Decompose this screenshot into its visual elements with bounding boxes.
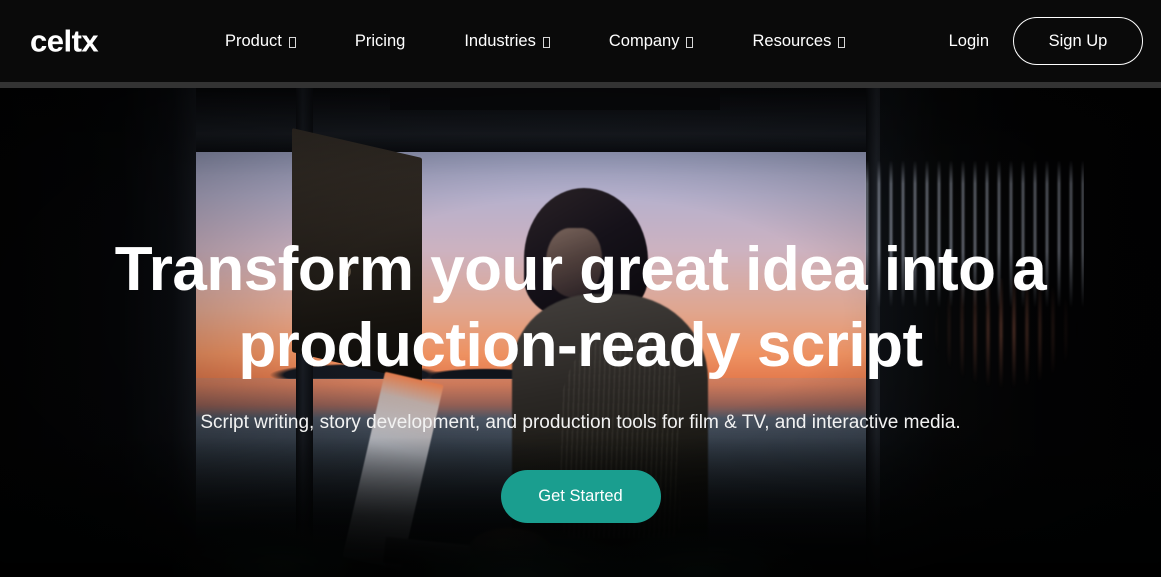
nav-item-label: Product <box>225 31 282 50</box>
primary-navigation: Product Pricing Industries Company Resou… <box>225 0 846 82</box>
nav-item-industries[interactable]: Industries <box>464 32 550 51</box>
get-started-button[interactable]: Get Started <box>500 470 661 523</box>
chevron-down-icon <box>542 36 550 48</box>
nav-item-company[interactable]: Company <box>609 32 694 51</box>
auth-actions: Login Sign Up <box>949 0 1143 82</box>
hero-subtitle: Script writing, story development, and p… <box>200 412 961 433</box>
hero-heading-line-2: production-ready script <box>238 311 923 380</box>
login-link[interactable]: Login <box>949 32 989 51</box>
hero-section: Transform your great idea into a product… <box>0 88 1161 577</box>
site-header: celtx Product Pricing Industries Company… <box>0 0 1161 82</box>
chevron-down-icon <box>686 36 694 48</box>
header-divider <box>0 82 1161 88</box>
nav-item-label: Pricing <box>354 31 406 50</box>
nav-item-pricing[interactable]: Pricing <box>355 32 405 51</box>
signup-button[interactable]: Sign Up <box>1013 17 1143 65</box>
hero-content: Transform your great idea into a product… <box>0 88 1161 577</box>
chevron-down-icon <box>838 36 846 48</box>
hero-heading-line-1: Transform your great idea into a <box>114 235 1047 304</box>
nav-item-product[interactable]: Product <box>225 32 296 51</box>
nav-item-resources[interactable]: Resources <box>752 31 846 51</box>
nav-item-label: Resources <box>752 31 832 50</box>
hero-heading: Transform your great idea into a product… <box>81 232 1081 384</box>
celtx-logo[interactable]: celtx <box>30 26 99 57</box>
nav-item-label: Company <box>608 31 680 50</box>
nav-item-label: Industries <box>464 31 536 50</box>
chevron-down-icon <box>288 36 296 48</box>
